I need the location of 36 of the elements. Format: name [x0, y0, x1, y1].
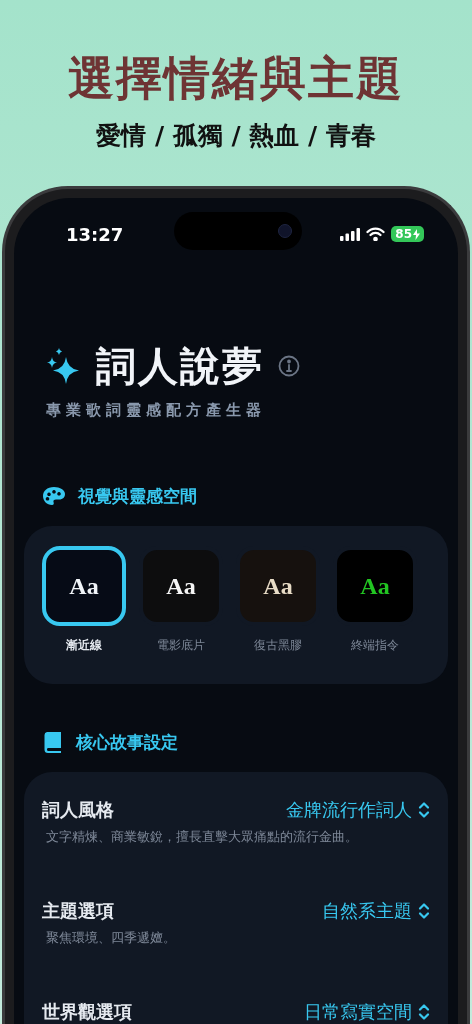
font-sample: Aa	[263, 572, 293, 601]
setting-description: 文字精煉、商業敏銳，擅長直擊大眾痛點的流行金曲。	[45, 828, 359, 846]
wifi-icon	[366, 227, 386, 241]
headline-subtitle: 愛情 / 孤獨 / 熱血 / 青春	[96, 120, 376, 152]
setting-picker[interactable]: 自然系主題	[322, 899, 430, 923]
section-title: 核心故事設定	[76, 731, 178, 754]
theme-label: 終端指令	[351, 637, 399, 654]
setting-label: 世界觀選項	[42, 1000, 132, 1024]
font-sample: Aa	[166, 572, 196, 601]
font-sample: Aa	[360, 572, 390, 601]
status-time: 13:27	[66, 222, 124, 247]
palette-icon	[42, 486, 66, 506]
chevron-up-down-icon	[418, 902, 430, 920]
chevron-up-down-icon	[418, 1003, 430, 1021]
app-subtitle: 專業歌詞靈感配方產生器	[45, 400, 267, 420]
chevron-up-down-icon	[418, 801, 430, 819]
theme-label: 電影底片	[157, 637, 205, 654]
camera-icon	[278, 224, 292, 238]
setting-picker[interactable]: 日常寫實空間	[304, 1000, 430, 1024]
info-icon[interactable]	[278, 355, 300, 377]
setting-label: 主題選項	[42, 899, 114, 923]
setting-description: 聚焦環境、四季遞嬗。	[45, 929, 177, 947]
signal-icon	[340, 227, 361, 241]
battery-indicator: 85	[391, 226, 424, 242]
setting-label: 詞人風格	[42, 798, 114, 822]
theme-tile[interactable]: Aa	[42, 546, 126, 626]
app-title: 詞人說夢	[96, 342, 264, 390]
sparkles-icon	[46, 347, 80, 385]
theme-label: 漸近線	[66, 637, 102, 654]
section-title: 視覺與靈感空間	[78, 485, 197, 508]
book-icon	[44, 731, 62, 753]
font-sample: Aa	[69, 572, 99, 601]
headline: 選擇情緒與主題	[68, 50, 404, 106]
setting-picker[interactable]: 金牌流行作詞人	[286, 798, 430, 822]
charging-bolt-icon	[413, 228, 420, 240]
theme-label: 復古黑膠	[254, 637, 302, 654]
